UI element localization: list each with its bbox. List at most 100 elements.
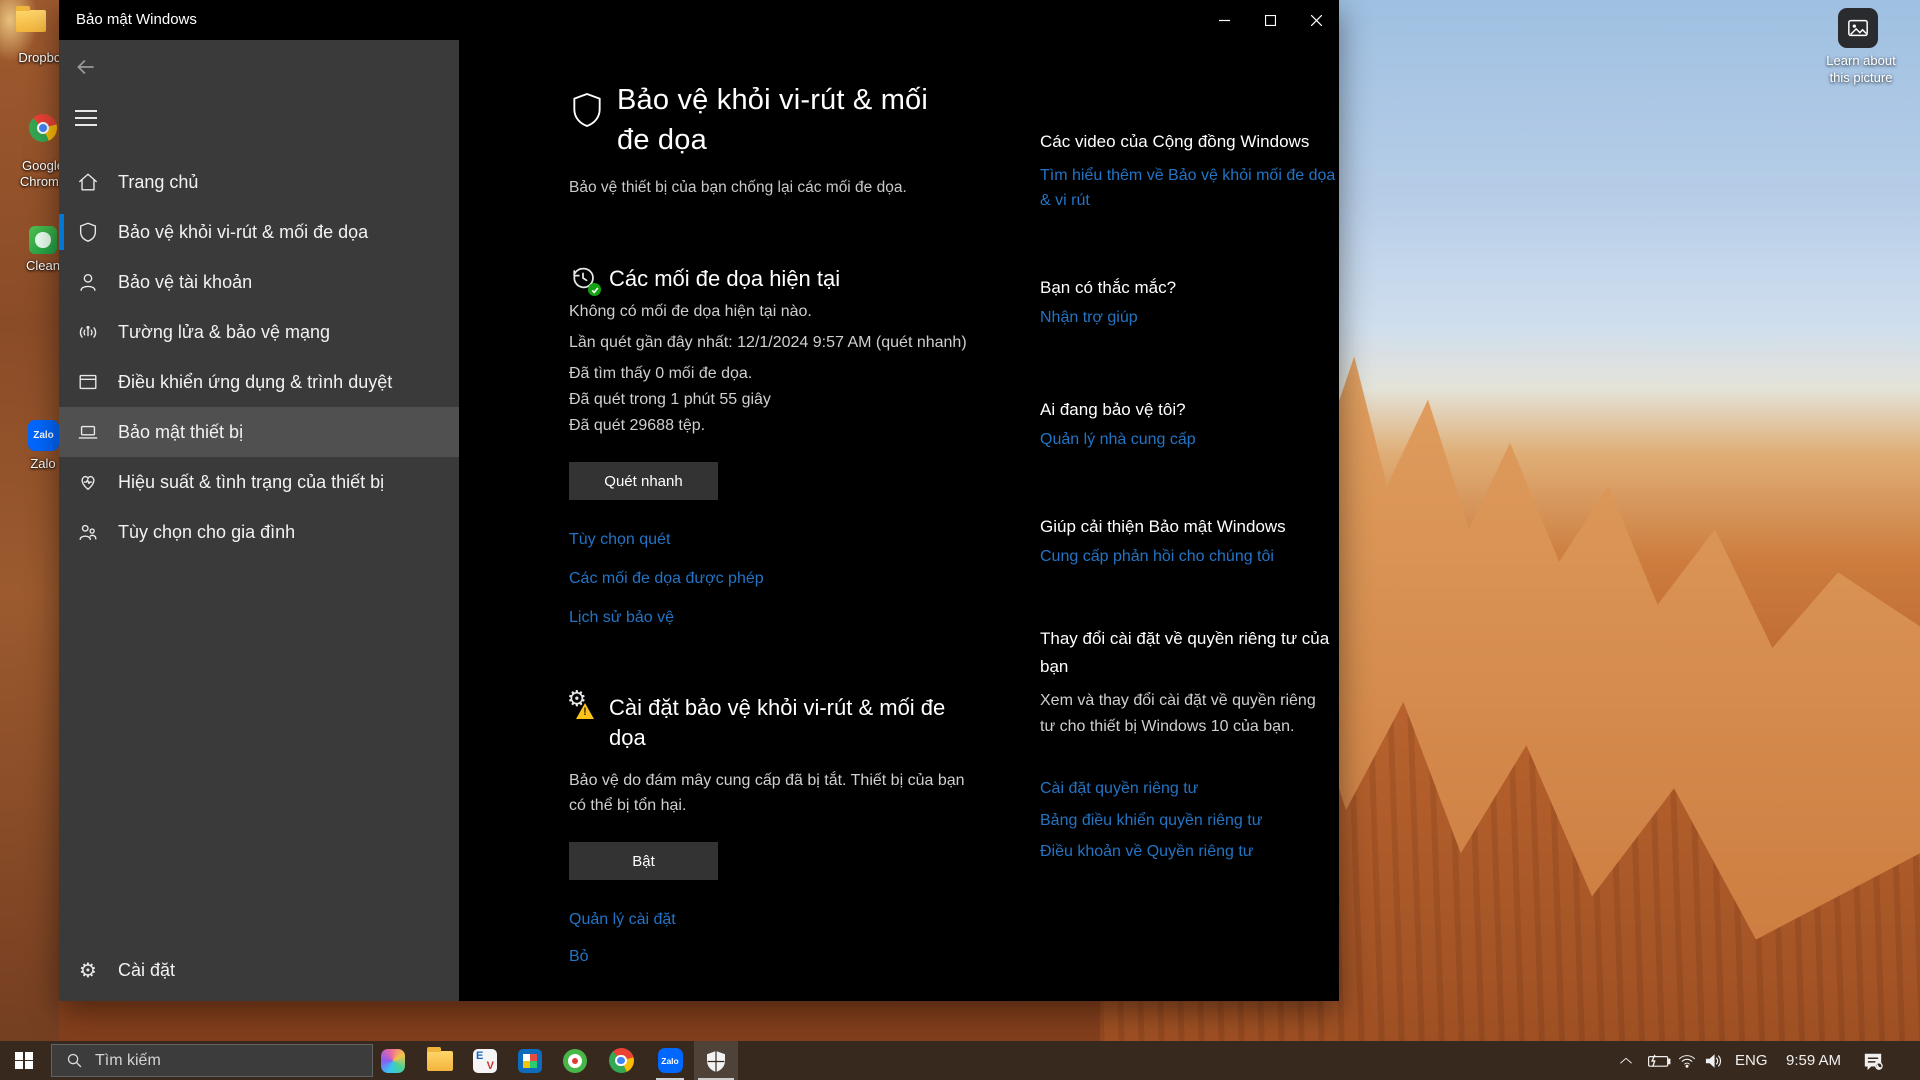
taskbar: EV Zalo [0, 1041, 1920, 1080]
privacy-settings-link[interactable]: Cài đặt quyền riêng tư [1040, 776, 1340, 801]
tray-show-hidden-icons[interactable] [1618, 1041, 1634, 1080]
current-threats-heading: Các mối đe dọa hiện tại [609, 266, 840, 292]
learn-about-picture-label: Learn about this picture [1800, 52, 1920, 86]
window-title: Bảo mật Windows [76, 11, 197, 28]
dismiss-link[interactable]: Bỏ [569, 948, 589, 966]
sidebar-item-account[interactable]: Bảo vệ tài khoản [59, 257, 459, 307]
evkey-icon: EV [473, 1049, 497, 1073]
person-icon [76, 270, 100, 294]
sidebar-item-home[interactable]: Trang chủ [59, 157, 459, 207]
tray-volume[interactable] [1704, 1041, 1724, 1080]
minimize-button[interactable] [1201, 0, 1247, 40]
threats-found-line: Đã tìm thấy 0 mối đe dọa. [569, 365, 975, 383]
taskbar-windows-security-button[interactable] [694, 1041, 738, 1080]
aside-privacy-heading: Thay đổi cài đặt về quyền riêng tư của b… [1040, 625, 1350, 681]
scan-duration-line: Đã quét trong 1 phút 55 giây [569, 391, 975, 409]
sidebar-item-family[interactable]: Tùy chọn cho gia đình [59, 507, 459, 557]
gear-icon: ⚙ [76, 958, 100, 982]
home-icon [76, 170, 100, 194]
search-input[interactable] [95, 1052, 315, 1070]
sidebar-item-label: Hiệu suất & tình trạng của thiết bị [118, 472, 384, 493]
tray-wifi[interactable] [1678, 1041, 1696, 1080]
maximize-button[interactable] [1247, 0, 1293, 40]
page-shield-icon [571, 92, 603, 133]
microsoft-store-icon [518, 1049, 542, 1073]
sidebar-item-settings[interactable]: ⚙ Cài đặt [59, 945, 459, 995]
taskbar-copilot-button[interactable] [371, 1041, 415, 1080]
protection-history-link[interactable]: Lịch sử bảo vệ [569, 609, 674, 627]
privacy-dashboard-link[interactable]: Bảng điều khiển quyền riêng tư [1040, 808, 1340, 833]
tray-action-center[interactable] [1862, 1041, 1884, 1080]
copilot-icon [381, 1049, 405, 1073]
desktop-icon-chrome[interactable] [29, 114, 57, 142]
learn-about-picture-button[interactable] [1838, 8, 1878, 48]
learn-label-line1: Learn about [1800, 52, 1920, 69]
family-icon [76, 520, 100, 544]
minimize-icon [1219, 15, 1230, 26]
aside-improve-heading: Giúp cải thiện Bảo mật Windows [1040, 515, 1360, 538]
protection-settings-heading: Cài đặt bảo vệ khỏi vi-rút & mối đe dọa [609, 693, 954, 753]
desktop-icon-zalo[interactable]: Zalo [28, 420, 59, 451]
tray-clock[interactable]: 9:59 AM [1786, 1041, 1841, 1080]
sidebar-item-device-health[interactable]: Hiệu suất & tình trạng của thiết bị [59, 457, 459, 507]
selected-accent-bar [59, 214, 64, 250]
shield-icon [76, 220, 100, 244]
sidebar-item-label: Tường lửa & bảo vệ mạng [118, 322, 330, 343]
taskbar-coccoc-button[interactable] [553, 1041, 597, 1080]
give-feedback-link[interactable]: Cung cấp phản hồi cho chúng tôi [1040, 544, 1340, 569]
taskbar-zalo-button[interactable]: Zalo [648, 1041, 692, 1080]
last-scan-line: Lần quét gần đây nhất: 12/1/2024 9:57 AM… [569, 334, 975, 352]
chevron-up-icon [1618, 1053, 1634, 1069]
taskbar-chrome-button[interactable] [599, 1041, 643, 1080]
taskbar-file-explorer-button[interactable] [418, 1041, 462, 1080]
aside-protecting-heading: Ai đang bảo vệ tôi? [1040, 398, 1360, 421]
page-title: Bảo vệ khỏi vi-rút & mối đe dọa [617, 80, 947, 160]
sidebar-item-firewall[interactable]: Tường lửa & bảo vệ mạng [59, 307, 459, 357]
tray-language[interactable]: ENG [1735, 1041, 1768, 1080]
quick-scan-button[interactable]: Quét nhanh [569, 462, 718, 500]
sidebar-item-device-security[interactable]: Bảo mật thiết bị [59, 407, 459, 457]
maximize-icon [1265, 15, 1276, 26]
clock-time: 9:59 AM [1786, 1052, 1841, 1069]
enable-button[interactable]: Bật [569, 842, 718, 880]
speaker-icon [1704, 1052, 1724, 1070]
sidebar-item-virus-threat[interactable]: Bảo vệ khỏi vi-rút & mối đe dọa [59, 207, 459, 257]
desktop-icon-dropbox[interactable] [16, 10, 46, 32]
taskbar-evkey-button[interactable]: EV [463, 1041, 507, 1080]
picture-icon [1847, 17, 1869, 39]
close-button[interactable] [1293, 0, 1339, 40]
close-icon [1311, 15, 1322, 26]
desktop-icon-clean[interactable] [29, 226, 57, 254]
laptop-icon [76, 420, 100, 444]
coccoc-icon [563, 1049, 587, 1073]
zalo-icon: Zalo [28, 420, 59, 451]
chrome-icon [609, 1048, 634, 1073]
aside-question-heading: Bạn có thắc mắc? [1040, 276, 1360, 299]
taskbar-search[interactable] [51, 1044, 373, 1077]
title-bar: Bảo mật Windows [59, 0, 1339, 40]
manage-providers-link[interactable]: Quản lý nhà cung cấp [1040, 427, 1340, 452]
learn-label-line2: this picture [1800, 69, 1920, 86]
tray-battery[interactable] [1646, 1041, 1672, 1080]
file-explorer-icon [427, 1051, 453, 1071]
menu-button[interactable] [75, 110, 97, 126]
action-center-icon [1862, 1051, 1884, 1071]
back-arrow-icon [73, 54, 99, 80]
search-icon [66, 1052, 83, 1069]
taskbar-store-button[interactable] [508, 1041, 552, 1080]
ok-check-badge [588, 283, 601, 296]
privacy-statement-link[interactable]: Điều khoản về Quyền riêng tư [1040, 839, 1340, 864]
get-help-link[interactable]: Nhận trợ giúp [1040, 305, 1340, 330]
allowed-threats-link[interactable]: Các mối đe dọa được phép [569, 570, 764, 588]
manage-settings-link[interactable]: Quản lý cài đặt [569, 911, 676, 929]
sidebar-item-label: Trang chủ [118, 172, 198, 193]
scan-history-icon [569, 264, 599, 294]
scan-options-link[interactable]: Tùy chọn quét [569, 531, 670, 549]
settings-warning-icon: ⚙ ! [569, 692, 599, 722]
wifi-icon [1678, 1053, 1696, 1069]
sidebar-item-app-browser[interactable]: Điều khiển ứng dụng & trình duyệt [59, 357, 459, 407]
start-button[interactable] [0, 1041, 48, 1080]
back-button[interactable] [73, 54, 99, 85]
learn-more-threat-link[interactable]: Tìm hiểu thêm về Bảo vệ khỏi mối đe dọa … [1040, 163, 1340, 213]
windows-security-window: Bảo mật Windows Trang chủ [59, 0, 1339, 1001]
